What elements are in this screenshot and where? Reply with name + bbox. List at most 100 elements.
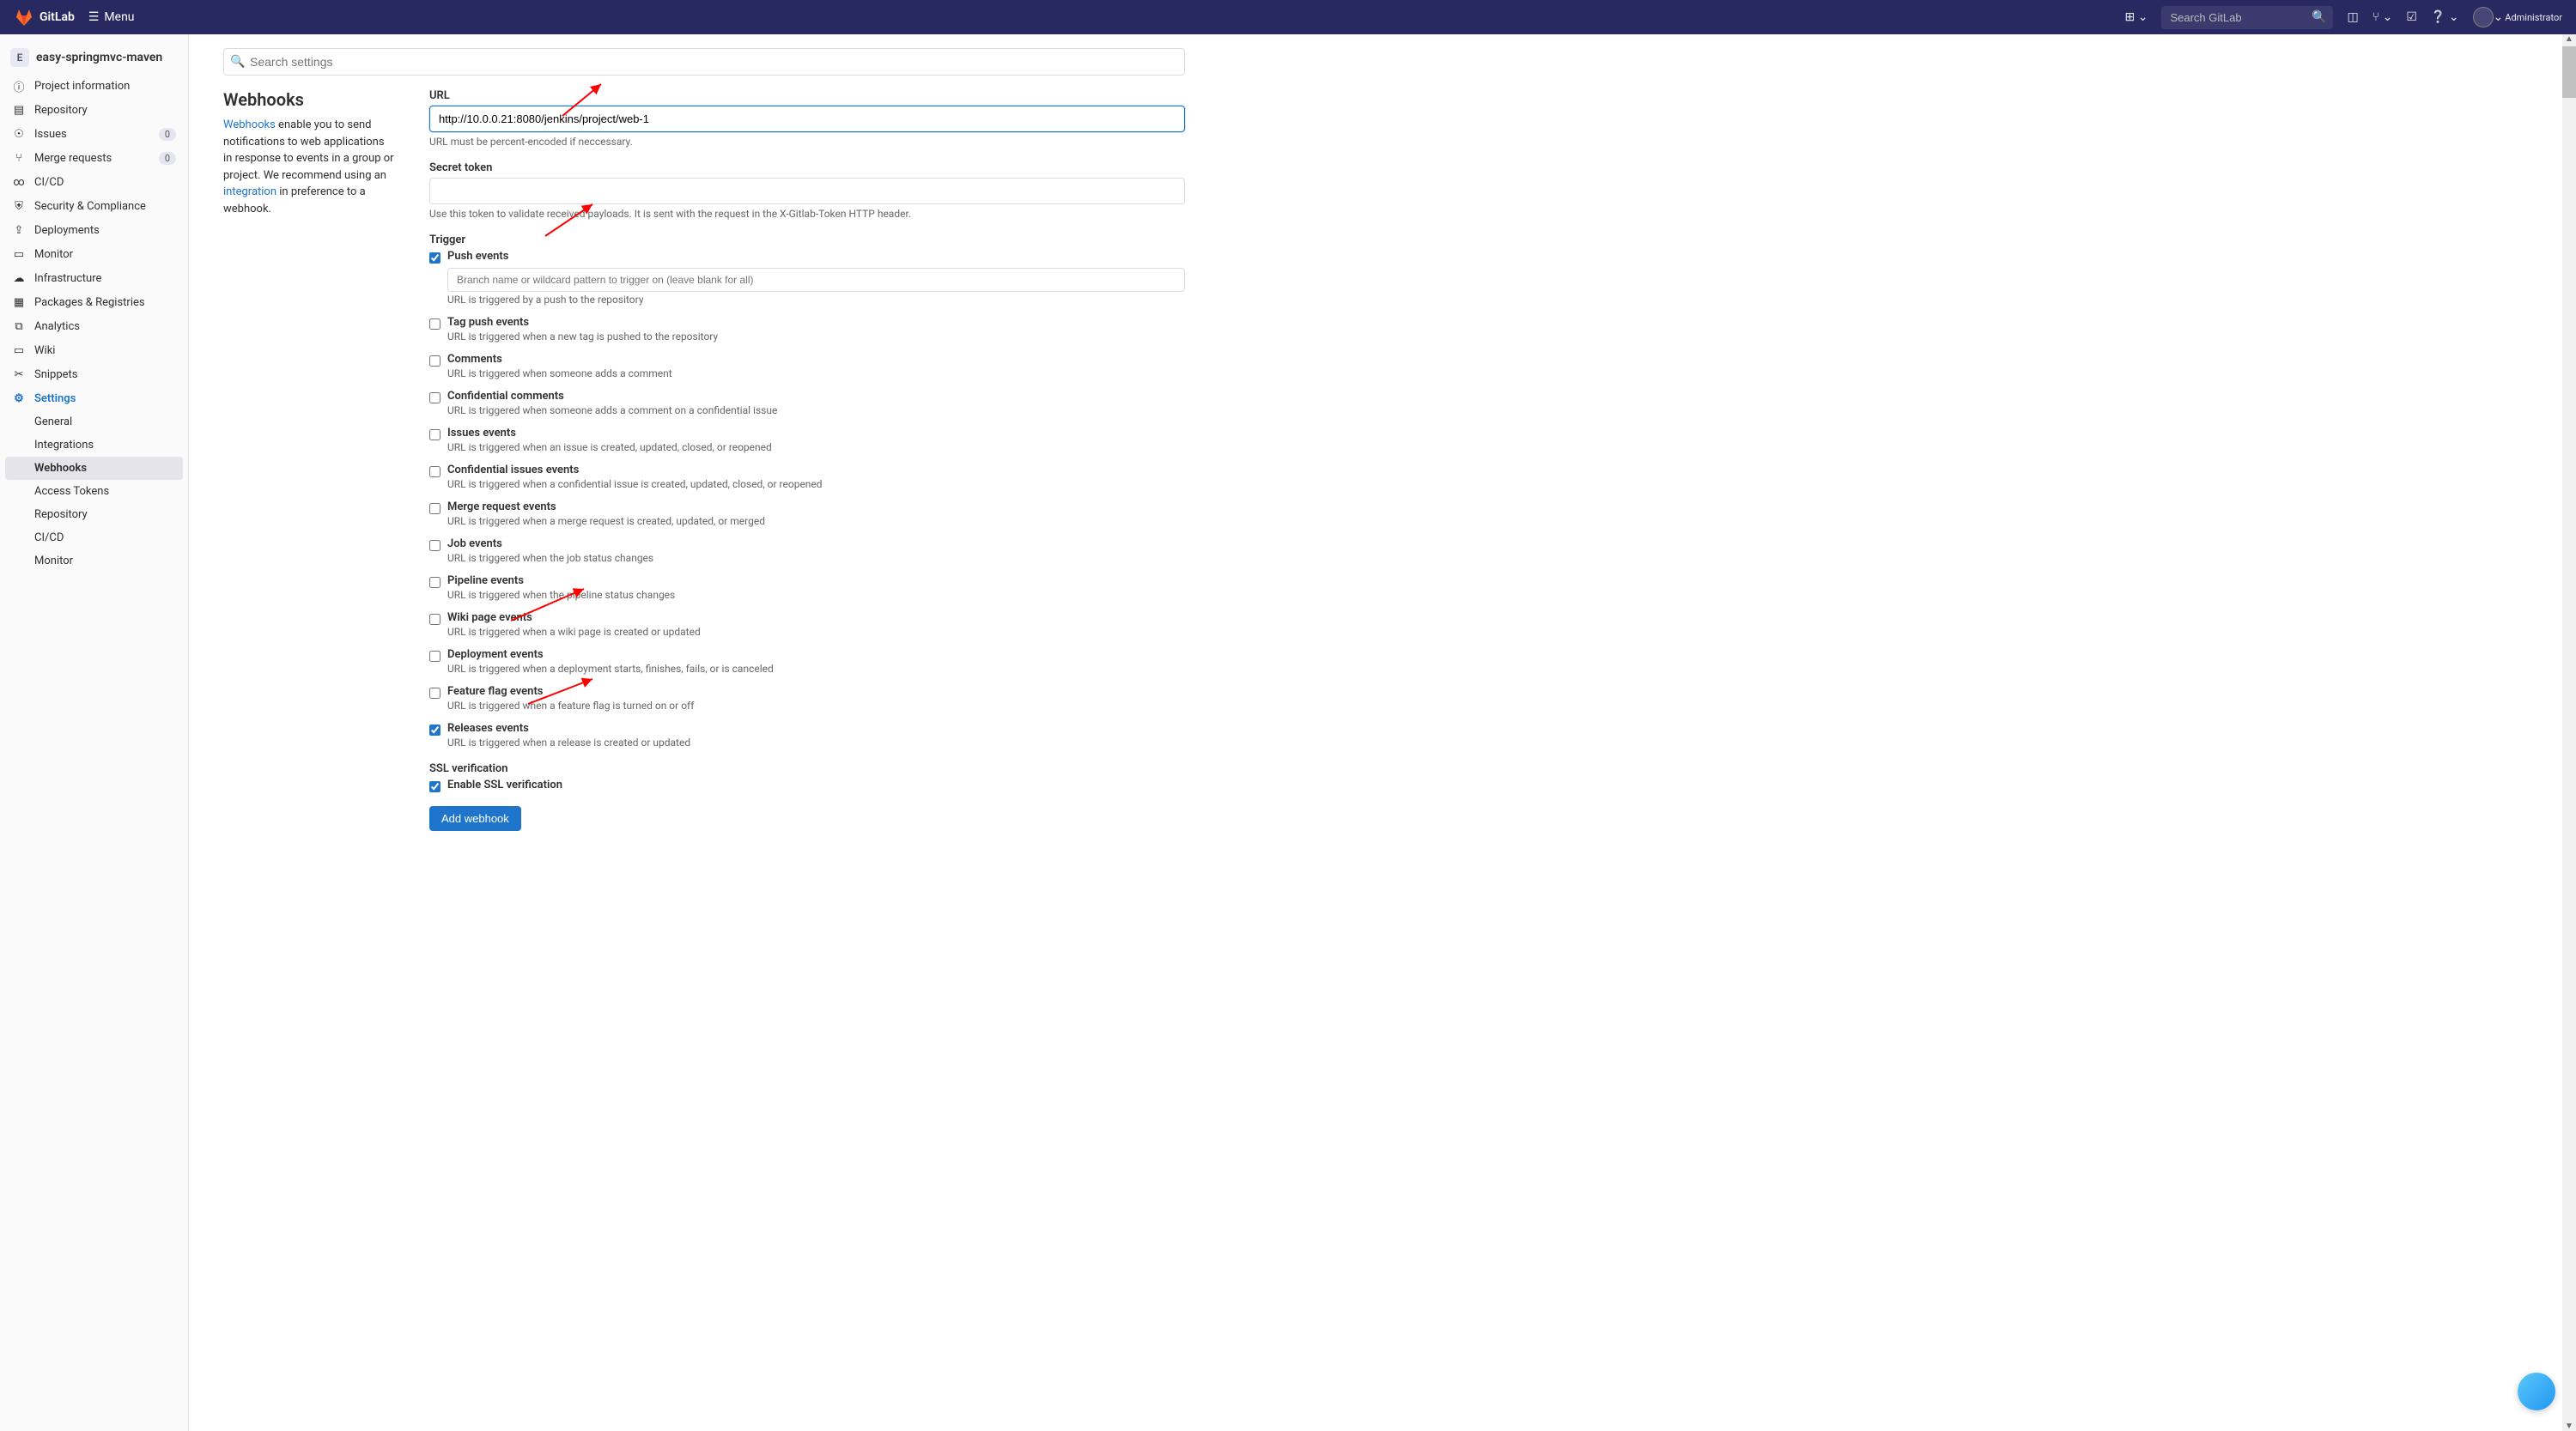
trigger-checkbox[interactable] bbox=[429, 429, 440, 440]
trigger-label: Feature flag events bbox=[447, 685, 1185, 698]
trigger-label: Push events bbox=[447, 250, 1185, 263]
webhooks-link[interactable]: Webhooks bbox=[223, 118, 276, 131]
sidebar-item-issues[interactable]: ☉Issues0 bbox=[0, 122, 188, 146]
todos-shortcut[interactable]: ☑ bbox=[2406, 10, 2417, 24]
trigger-desc: URL is triggered when the pipeline statu… bbox=[447, 589, 1185, 601]
project-header[interactable]: E easy-springmvc-maven bbox=[0, 41, 188, 74]
sidebar-item-analytics[interactable]: ⧉Analytics bbox=[0, 314, 188, 338]
settings-sub-ci-cd[interactable]: CI/CD bbox=[0, 526, 188, 549]
ssl-checkbox[interactable] bbox=[429, 781, 440, 792]
sidebar-item-packages-registries[interactable]: ▦Packages & Registries bbox=[0, 290, 188, 314]
sidebar-item-deployments[interactable]: ⇪Deployments bbox=[0, 218, 188, 242]
sidebar-item-security-compliance[interactable]: ⛨ Security & Compliance bbox=[0, 194, 188, 218]
trigger-checkbox[interactable] bbox=[429, 651, 440, 662]
scrollbar[interactable]: ▲ ▼ bbox=[2562, 34, 2576, 1431]
sidebar-item-project-information[interactable]: ⓘProject information bbox=[0, 74, 188, 98]
settings-sub-general[interactable]: General bbox=[0, 410, 188, 434]
settings-search-input[interactable] bbox=[223, 48, 1185, 76]
trigger-label: Comments bbox=[447, 353, 1185, 366]
settings-sub-monitor[interactable]: Monitor bbox=[0, 549, 188, 573]
nav-icon: ☁ bbox=[12, 271, 26, 285]
gitlab-logo[interactable]: GitLab bbox=[14, 7, 75, 27]
nav-label: Infrastructure bbox=[34, 272, 101, 285]
merge-requests-shortcut[interactable]: ⑂ ⌄ bbox=[2372, 10, 2393, 24]
sidebar: E easy-springmvc-maven ⓘProject informat… bbox=[0, 34, 189, 1431]
user-menu[interactable]: ⌄ Administrator bbox=[2473, 7, 2562, 27]
trigger-desc: URL is triggered when an issue is create… bbox=[447, 441, 1185, 453]
trigger-desc: URL is triggered when a feature flag is … bbox=[447, 700, 1185, 712]
secret-input[interactable] bbox=[429, 178, 1185, 204]
settings-sub-access-tokens[interactable]: Access Tokens bbox=[0, 480, 188, 503]
sidebar-item-wiki[interactable]: ▭Wiki bbox=[0, 338, 188, 362]
page-description: Webhooks enable you to send notification… bbox=[223, 117, 395, 217]
assistant-float-button[interactable] bbox=[2518, 1373, 2555, 1410]
trigger-issues-events: Issues eventsURL is triggered when an is… bbox=[429, 427, 1185, 453]
scrollbar-thumb[interactable] bbox=[2562, 46, 2576, 98]
nav-label: Merge requests bbox=[34, 152, 112, 165]
trigger-releases-events: Releases eventsURL is triggered when a r… bbox=[429, 722, 1185, 749]
settings-sub-webhooks[interactable]: Webhooks bbox=[5, 457, 183, 480]
nav-label: Deployments bbox=[34, 224, 100, 237]
settings-sub-repository[interactable]: Repository bbox=[0, 503, 188, 526]
issues-shortcut[interactable]: ◫ bbox=[2347, 10, 2358, 24]
nav-icon: ⚙ bbox=[12, 391, 26, 405]
push-pattern-input[interactable] bbox=[447, 268, 1185, 292]
trigger-checkbox[interactable] bbox=[429, 688, 440, 699]
trigger-checkbox[interactable] bbox=[429, 614, 440, 625]
scroll-up-arrow[interactable]: ▲ bbox=[2562, 34, 2576, 44]
integration-link[interactable]: integration bbox=[223, 185, 276, 198]
settings-sub-integrations[interactable]: Integrations bbox=[0, 434, 188, 457]
trigger-comments: CommentsURL is triggered when someone ad… bbox=[429, 353, 1185, 379]
trigger-checkbox[interactable] bbox=[429, 725, 440, 736]
sidebar-item-snippets[interactable]: ✂Snippets bbox=[0, 362, 188, 386]
nav-label: Security & Compliance bbox=[34, 200, 146, 213]
trigger-label: Tag push events bbox=[447, 316, 1185, 329]
trigger-desc: URL is triggered when a wiki page is cre… bbox=[447, 626, 1185, 638]
nav-icon: ⛨ bbox=[12, 199, 26, 213]
trigger-desc: URL is triggered when a deployment start… bbox=[447, 663, 1185, 675]
sidebar-item-monitor[interactable]: ▭ Monitor bbox=[0, 242, 188, 266]
project-name: easy-springmvc-maven bbox=[36, 51, 162, 64]
trigger-confidential-issues-events: Confidential issues eventsURL is trigger… bbox=[429, 464, 1185, 490]
trigger-checkbox[interactable] bbox=[429, 577, 440, 588]
trigger-label: Issues events bbox=[447, 427, 1185, 440]
trigger-checkbox[interactable] bbox=[429, 503, 440, 514]
todo-icon: ☑ bbox=[2406, 10, 2417, 24]
ssl-checkbox-label: Enable SSL verification bbox=[447, 779, 1185, 791]
trigger-desc: URL is triggered when a release is creat… bbox=[447, 737, 1185, 749]
trigger-checkbox[interactable] bbox=[429, 392, 440, 403]
trigger-deployment-events: Deployment eventsURL is triggered when a… bbox=[429, 648, 1185, 675]
add-webhook-button[interactable]: Add webhook bbox=[429, 806, 521, 831]
trigger-push-events: Push eventsURL is triggered by a push to… bbox=[429, 250, 1185, 306]
trigger-checkbox[interactable] bbox=[429, 466, 440, 477]
help-dropdown[interactable]: ❔ ⌄ bbox=[2431, 10, 2459, 24]
new-dropdown[interactable]: ⊞ ⌄ bbox=[2125, 10, 2148, 24]
search-input[interactable] bbox=[2161, 6, 2333, 29]
sidebar-item-merge-requests[interactable]: ⑂Merge requests0 bbox=[0, 146, 188, 170]
badge: 0 bbox=[159, 128, 176, 141]
scroll-down-arrow[interactable]: ▼ bbox=[2562, 1422, 2576, 1431]
merge-icon: ⑂ bbox=[2372, 10, 2379, 24]
chevron-down-icon: ⌄ bbox=[2138, 10, 2148, 24]
nav-icon: ▭ bbox=[12, 247, 26, 261]
nav-label: Wiki bbox=[34, 344, 55, 357]
sidebar-item-infrastructure[interactable]: ☁ Infrastructure bbox=[0, 266, 188, 290]
trigger-checkbox[interactable] bbox=[429, 355, 440, 367]
chevron-down-icon: ⌄ bbox=[2494, 10, 2504, 24]
trigger-checkbox[interactable] bbox=[429, 252, 440, 264]
url-input[interactable] bbox=[429, 106, 1185, 132]
nav-label: Monitor bbox=[34, 248, 73, 261]
trigger-label: Confidential comments bbox=[447, 390, 1185, 403]
trigger-feature-flag-events: Feature flag events URL is triggered when… bbox=[429, 685, 1185, 712]
trigger-wiki-page-events: Wiki page eventsURL is triggered when a … bbox=[429, 611, 1185, 638]
sidebar-item-settings[interactable]: ⚙Settings bbox=[0, 386, 188, 410]
nav-label: Project information bbox=[34, 80, 130, 93]
trigger-checkbox[interactable] bbox=[429, 318, 440, 330]
nav-label: Repository bbox=[34, 104, 88, 117]
sidebar-item-repository[interactable]: ▤Repository bbox=[0, 98, 188, 122]
trigger-checkbox[interactable] bbox=[429, 540, 440, 551]
menu-button[interactable]: ☰ Menu bbox=[88, 10, 135, 24]
url-label: URL bbox=[429, 89, 1185, 102]
sidebar-item-ci-cd[interactable]: ∞CI/CD bbox=[0, 170, 188, 194]
nav-icon: ☉ bbox=[12, 127, 26, 141]
